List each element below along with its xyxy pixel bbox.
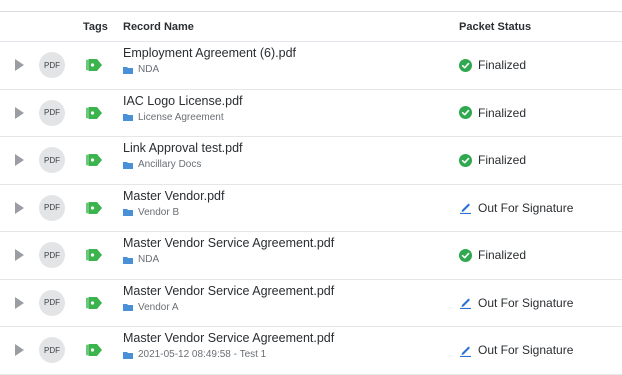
expand-caret-icon[interactable] (15, 249, 24, 262)
table-row[interactable]: PDF Employment Agreement (6).pdf NDA Finali… (0, 42, 622, 90)
packet-status-label: Out For Signature (478, 295, 574, 310)
packet-status: Out For Signature (459, 343, 573, 357)
check-circle-icon (459, 106, 472, 120)
expand-caret-icon[interactable] (15, 154, 24, 167)
check-circle-icon (459, 153, 472, 167)
check-circle-icon (459, 248, 472, 262)
tag-icon[interactable] (83, 199, 103, 217)
folder-icon (123, 161, 133, 169)
packet-status: Out For Signature (459, 201, 573, 215)
tag-icon[interactable] (83, 56, 103, 74)
expand-caret-icon[interactable] (15, 296, 24, 309)
record-name-link[interactable]: IAC Logo License.pdf (123, 94, 243, 108)
folder-name: NDA (138, 64, 160, 75)
table-row[interactable]: PDF Master Vendor Service Agreement.pdf 20… (0, 327, 622, 375)
packet-status-label: Out For Signature (478, 200, 574, 215)
expand-caret-icon[interactable] (15, 344, 24, 357)
folder-name: Vendor B (138, 206, 180, 218)
record-folder: NDA (123, 254, 159, 265)
file-type-badge: PDF (39, 337, 65, 364)
file-type-badge: PDF (39, 52, 65, 79)
record-name-link[interactable]: Employment Agreement (6).pdf (123, 46, 296, 60)
table-row[interactable]: PDF IAC Logo License.pdf License Agreement… (0, 90, 622, 137)
folder-icon (123, 256, 133, 264)
tag-icon[interactable] (83, 104, 103, 122)
packet-status-label: Finalized (478, 58, 527, 73)
packet-status-label: Finalized (478, 105, 527, 120)
pen-icon (459, 201, 472, 215)
record-name-link[interactable]: Master Vendor.pdf (123, 189, 224, 203)
record-name-link[interactable]: Master Vendor Service Agreement.pdf (123, 236, 334, 250)
packet-status: Out For Signature (459, 296, 573, 310)
packet-status: Finalized (459, 58, 526, 72)
record-folder: Ancillary Docs (123, 159, 201, 170)
folder-name: License Agreement (138, 111, 224, 123)
check-circle-icon (459, 58, 472, 72)
record-name-link[interactable]: Master Vendor Service Agreement.pdf (123, 284, 334, 298)
tag-icon[interactable] (83, 341, 103, 359)
table-header: Tags Record Name Packet Status (0, 12, 622, 42)
pen-icon (459, 344, 472, 357)
record-folder: Vendor A (123, 302, 179, 313)
folder-icon (123, 303, 133, 311)
folder-icon (123, 351, 133, 359)
expand-caret-icon[interactable] (15, 59, 24, 72)
record-folder: NDA (123, 64, 159, 75)
pen-icon (459, 296, 472, 310)
record-name-link[interactable]: Link Approval test.pdf (123, 141, 243, 155)
column-header-tags[interactable]: Tags (83, 21, 108, 33)
file-type-badge: PDF (39, 194, 65, 221)
table-row[interactable]: PDF Master Vendor Service Agreement.pdf ND… (0, 232, 622, 280)
column-header-packet-status[interactable]: Packet Status (459, 21, 531, 33)
folder-name: Vendor A (138, 301, 179, 313)
packet-status-label: Finalized (478, 153, 527, 168)
expand-caret-icon[interactable] (15, 201, 24, 214)
folder-name: NDA (138, 254, 160, 265)
packet-status: Finalized (459, 106, 526, 120)
tag-icon[interactable] (83, 294, 103, 312)
packet-status-label: Out For Signature (478, 343, 574, 358)
record-name-link[interactable]: Master Vendor Service Agreement.pdf (123, 331, 334, 345)
file-type-badge: PDF (39, 242, 65, 269)
records-table: Tags Record Name Packet Status PDF Employ… (0, 11, 622, 375)
record-folder: 2021-05-12 08:49:58 - Test 1 (123, 349, 266, 360)
folder-name: 2021-05-12 08:49:58 - Test 1 (138, 349, 267, 360)
column-header-record-name[interactable]: Record Name (123, 21, 194, 33)
table-row[interactable]: PDF Master Vendor Service Agreement.pdf Ve… (0, 280, 622, 327)
expand-caret-icon[interactable] (15, 106, 24, 119)
table-row[interactable]: PDF Master Vendor.pdf Vendor B Out For Sign… (0, 185, 622, 232)
folder-name: Ancillary Docs (138, 159, 202, 170)
folder-icon (123, 208, 133, 216)
record-folder: License Agreement (123, 112, 224, 123)
table-body: PDF Employment Agreement (6).pdf NDA Finali… (0, 42, 622, 375)
file-type-badge: PDF (39, 147, 65, 174)
file-type-badge: PDF (39, 99, 65, 126)
file-type-badge: PDF (39, 289, 65, 316)
table-row[interactable]: PDF Link Approval test.pdf Ancillary Docs F… (0, 137, 622, 185)
folder-icon (123, 66, 133, 74)
packet-status: Finalized (459, 153, 526, 167)
folder-icon (123, 113, 133, 121)
packet-status-label: Finalized (478, 248, 527, 263)
tag-icon[interactable] (83, 151, 103, 169)
record-folder: Vendor B (123, 207, 179, 218)
tag-icon[interactable] (83, 246, 103, 264)
packet-status: Finalized (459, 248, 526, 262)
